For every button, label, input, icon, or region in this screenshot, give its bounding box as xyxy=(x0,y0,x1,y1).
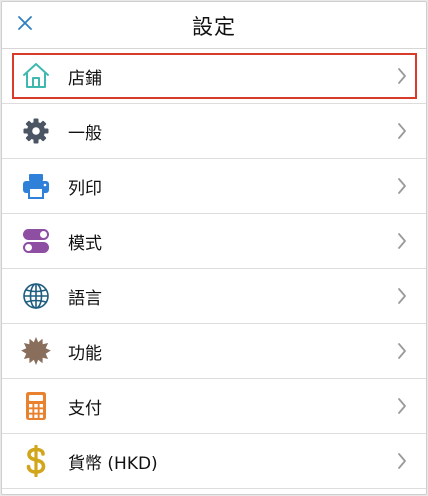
chevron-right-icon xyxy=(396,176,408,196)
settings-item-currency[interactable]: 貨幣 (HKD) xyxy=(2,434,426,489)
settings-item-label: 貨幣 (HKD) xyxy=(68,453,158,474)
settings-item-features[interactable]: 功能 xyxy=(2,324,426,379)
printer-icon xyxy=(20,170,52,202)
settings-item-mode[interactable]: 模式 xyxy=(2,214,426,269)
settings-window: 設定 店鋪 一般 列印 模式 語言 功能 支付 貨幣 (HKD) xyxy=(1,1,427,495)
store-icon xyxy=(20,60,52,92)
chevron-right-icon xyxy=(396,121,408,141)
chevron-right-icon xyxy=(396,66,408,86)
badge-icon xyxy=(20,335,52,367)
settings-item-label: 語言 xyxy=(68,288,102,309)
chevron-right-icon xyxy=(396,451,408,471)
chevron-right-icon xyxy=(396,286,408,306)
gear-icon xyxy=(20,115,52,147)
settings-item-label: 一般 xyxy=(68,123,102,144)
settings-header: 設定 xyxy=(2,2,426,49)
settings-item-label: 支付 xyxy=(68,398,102,419)
settings-item-language[interactable]: 語言 xyxy=(2,269,426,324)
chevron-right-icon xyxy=(396,396,408,416)
settings-item-store[interactable]: 店鋪 xyxy=(2,49,426,104)
settings-item-payment[interactable]: 支付 xyxy=(2,379,426,434)
globe-icon xyxy=(20,280,52,312)
settings-item-print[interactable]: 列印 xyxy=(2,159,426,214)
settings-item-general[interactable]: 一般 xyxy=(2,104,426,159)
calculator-icon xyxy=(20,390,52,422)
settings-item-label: 功能 xyxy=(68,343,102,364)
page-title: 設定 xyxy=(192,15,236,39)
settings-item-label: 列印 xyxy=(68,178,102,199)
toggle-icon xyxy=(20,225,52,257)
settings-item-label: 店鋪 xyxy=(68,68,102,89)
chevron-right-icon xyxy=(396,341,408,361)
dollar-icon xyxy=(20,445,52,477)
settings-list: 店鋪 一般 列印 模式 語言 功能 支付 貨幣 (HKD) xyxy=(2,49,426,489)
settings-item-label: 模式 xyxy=(68,233,102,254)
chevron-right-icon xyxy=(396,231,408,251)
